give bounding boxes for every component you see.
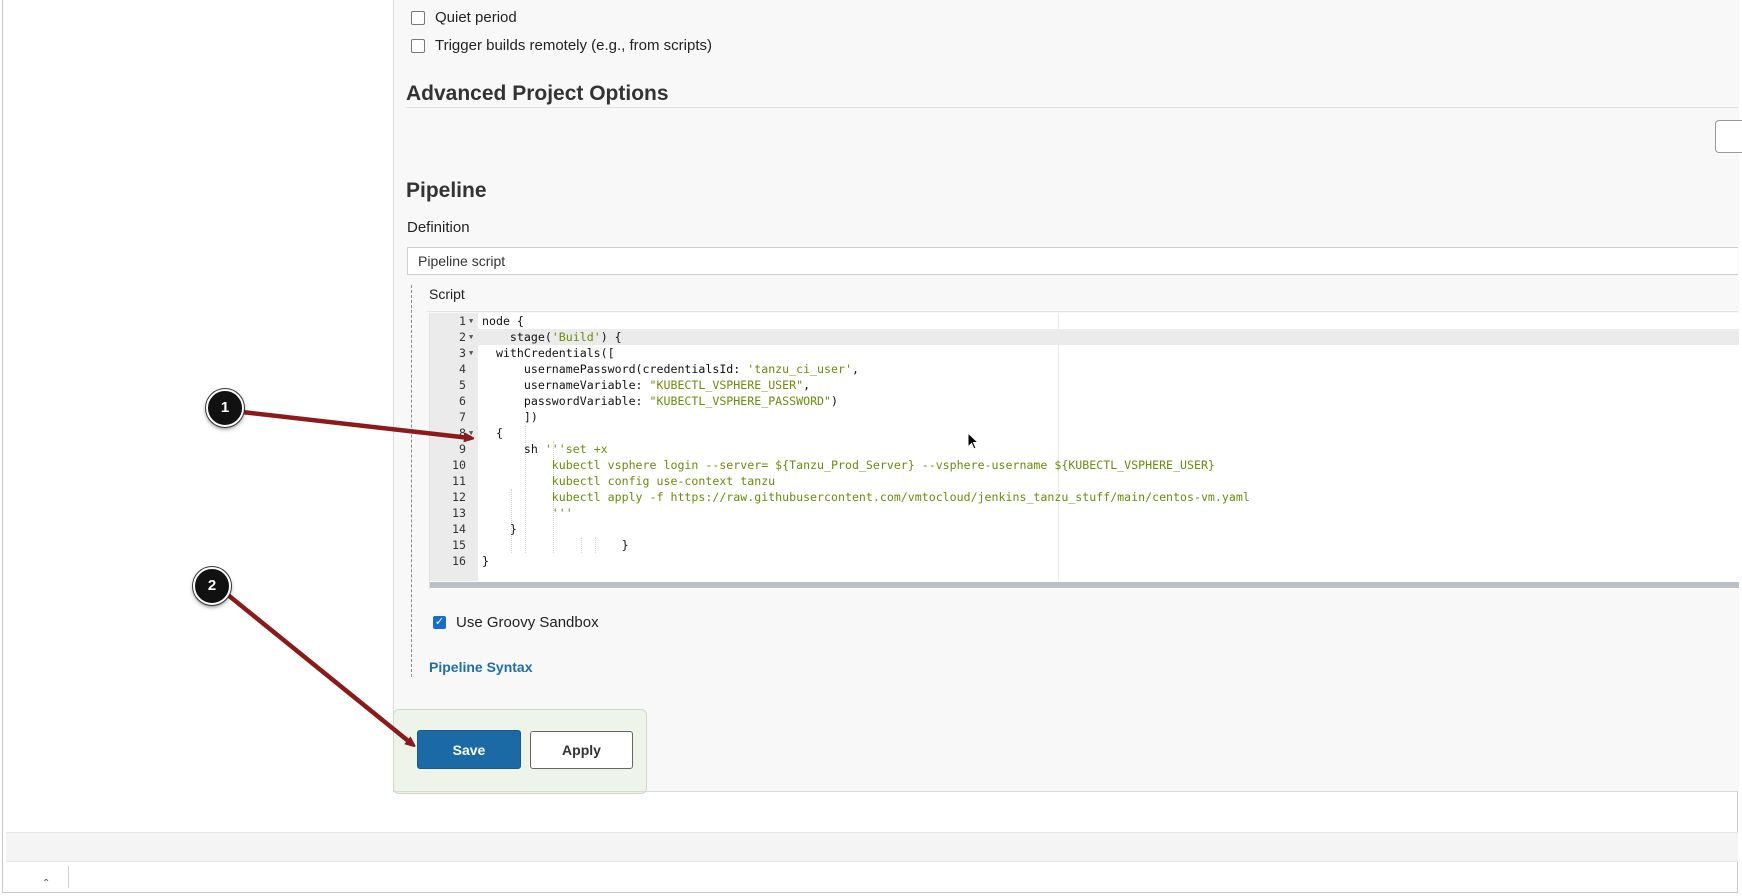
code-line[interactable]: 12 kubectl apply -f https://raw.githubus… — [430, 489, 1739, 505]
code-text: sh '''set +x — [482, 442, 608, 456]
trigger-remotely-label: Trigger builds remotely (e.g., from scri… — [435, 37, 713, 54]
code-line[interactable]: 11 kubectl config use-context tanzu — [430, 473, 1739, 489]
page-bottom-divider — [393, 791, 1738, 792]
annotation-badge-2: 2 — [193, 567, 231, 605]
quiet-period-label: Quiet period — [435, 9, 517, 26]
footer-divider — [68, 866, 69, 888]
code-line[interactable]: 9 sh '''set +x — [430, 441, 1739, 457]
trigger-remotely-option[interactable]: Trigger builds remotely (e.g., from scri… — [411, 37, 712, 54]
script-divider — [427, 311, 1738, 312]
code-text: } — [482, 554, 489, 568]
line-number: 14 — [452, 522, 466, 536]
definition-select[interactable]: Pipeline script — [407, 247, 1738, 275]
chevron-up-icon[interactable]: ⌃ — [42, 878, 50, 889]
line-number: 1 — [459, 314, 466, 328]
quiet-period-option[interactable]: Quiet period — [411, 9, 517, 26]
definition-label: Definition — [407, 219, 470, 236]
code-line[interactable]: 14 } — [430, 521, 1739, 537]
script-editor[interactable]: 1 ▼ node {2 ▼ stage('Build') {3 ▼ withCreden… — [429, 313, 1739, 589]
groovy-sandbox-checkbox[interactable]: ✓ — [433, 616, 446, 629]
code-text: kubectl apply -f https://raw.githubuserc… — [482, 490, 1250, 504]
code-line[interactable]: 6 passwordVariable: "KUBECTL_VSPHERE_PAS… — [430, 393, 1739, 409]
trigger-remotely-checkbox[interactable] — [411, 38, 425, 53]
line-number: 4 — [459, 362, 466, 376]
pipeline-syntax-link[interactable]: Pipeline Syntax — [429, 659, 532, 675]
code-line[interactable]: 15 } — [430, 537, 1739, 553]
code-line[interactable]: 10 kubectl vsphere login --server= ${Tan… — [430, 457, 1739, 473]
code-text: withCredentials([ — [482, 346, 615, 360]
nested-section-guide — [411, 285, 412, 677]
line-number: 3 — [459, 346, 466, 360]
code-line[interactable]: 16} — [430, 553, 1739, 569]
code-text: ]) — [482, 410, 538, 424]
advanced-options-title: Advanced Project Options — [406, 82, 669, 105]
code-line[interactable]: 8 ▼ { — [430, 425, 1739, 441]
save-button[interactable]: Save — [417, 730, 521, 769]
fold-toggle-icon[interactable]: ▼ — [469, 329, 473, 345]
code-line[interactable]: 4 usernamePassword(credentialsId: 'tanzu… — [430, 361, 1739, 377]
line-number: 8 — [459, 426, 466, 440]
code-text: passwordVariable: "KUBECTL_VSPHERE_PASSW… — [482, 394, 838, 408]
line-number: 13 — [452, 506, 466, 520]
pipeline-title: Pipeline — [406, 179, 487, 202]
code-text: stage('Build') { — [482, 330, 622, 344]
section-divider — [406, 107, 1738, 108]
page-footer — [6, 832, 1738, 862]
line-number: 15 — [452, 538, 466, 552]
line-number: 10 — [452, 458, 466, 472]
line-number: 6 — [459, 394, 466, 408]
code-text: ''' — [482, 506, 573, 520]
code-line[interactable]: 2 ▼ stage('Build') { — [430, 329, 1739, 345]
line-number: 2 — [459, 330, 466, 344]
fold-toggle-icon[interactable]: ▼ — [469, 425, 473, 441]
line-number: 7 — [459, 410, 466, 424]
line-number: 9 — [459, 442, 466, 456]
advanced-button[interactable] — [1715, 120, 1742, 153]
line-number: 16 — [452, 554, 466, 568]
quiet-period-checkbox[interactable] — [411, 10, 425, 25]
line-number: 12 — [452, 490, 466, 504]
code-text: kubectl vsphere login --server= ${Tanzu_… — [482, 458, 1215, 472]
code-line[interactable]: 7 ]) — [430, 409, 1739, 425]
script-label: Script — [429, 286, 465, 302]
line-number: 11 — [452, 474, 466, 488]
editor-horizontal-scrollbar[interactable] — [430, 582, 1739, 588]
code-line[interactable]: 1 ▼ node { — [430, 313, 1739, 329]
fold-toggle-icon[interactable]: ▼ — [469, 345, 473, 361]
line-number: 5 — [459, 378, 466, 392]
annotation-badge-1: 1 — [206, 389, 244, 427]
mouse-cursor-icon — [967, 432, 980, 450]
groovy-sandbox-label: Use Groovy Sandbox — [456, 614, 599, 631]
fold-toggle-icon[interactable]: ▼ — [469, 313, 473, 329]
code-text: } — [482, 538, 629, 552]
code-text: node { — [482, 314, 524, 328]
groovy-sandbox-option[interactable]: ✓ Use Groovy Sandbox — [433, 614, 599, 631]
code-text: { — [482, 426, 503, 440]
code-line[interactable]: 3 ▼ withCredentials([ — [430, 345, 1739, 361]
code-line[interactable]: 5 usernameVariable: "KUBECTL_VSPHERE_USE… — [430, 377, 1739, 393]
code-text: usernamePassword(credentialsId: 'tanzu_c… — [482, 362, 859, 376]
code-text: kubectl config use-context tanzu — [482, 474, 776, 488]
apply-button[interactable]: Apply — [530, 731, 633, 769]
code-line[interactable]: 13 ''' — [430, 505, 1739, 521]
code-text: usernameVariable: "KUBECTL_VSPHERE_USER"… — [482, 378, 811, 392]
code-text: } — [482, 522, 517, 536]
